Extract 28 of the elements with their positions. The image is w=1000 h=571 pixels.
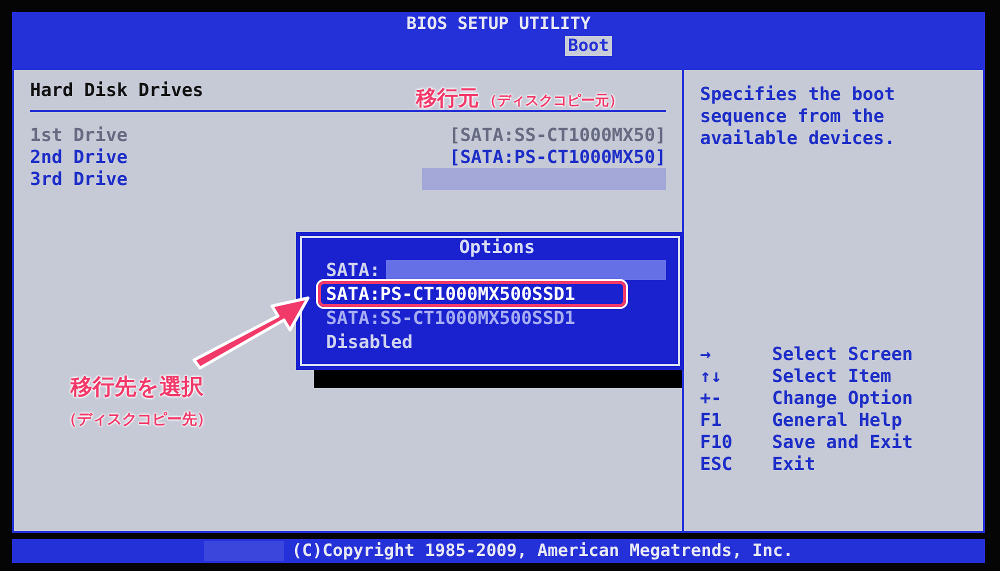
key-label: ESC	[700, 454, 734, 474]
option-item[interactable]: SATA:	[326, 260, 380, 280]
key-label: ↑↓	[700, 366, 723, 386]
annotation-label: 移行元	[416, 85, 479, 112]
drive-label[interactable]: 2nd Drive	[30, 146, 128, 168]
copyright-text: (C)Copyright 1985-2009, American Megatrends, Inc.	[292, 541, 794, 561]
key-action: Save and Exit	[772, 432, 913, 452]
help-text: Specifies the boot sequence from the available devices.	[700, 84, 896, 150]
key-label: →	[700, 344, 712, 364]
key-label: +-	[700, 388, 723, 408]
key-label: F1	[700, 410, 723, 430]
annotation-note: （ディスクコピー元）	[483, 92, 623, 110]
key-action: Change Option	[772, 388, 913, 408]
drive-value[interactable]: [SATA:PS-CT1000MX50]	[449, 146, 666, 168]
popup-title: Options	[458, 238, 536, 258]
option-item[interactable]: SATA:PS-CT1000MX500SSD1	[326, 284, 576, 304]
key-label: F10	[700, 432, 734, 452]
annotation-label: 移行先を選択	[70, 374, 204, 402]
menu-tab[interactable]: Boot	[565, 36, 612, 56]
annotation-note: （ディスクコピー先）	[62, 410, 212, 429]
key-action: General Help	[772, 410, 902, 430]
key-action: Select Item	[772, 366, 892, 386]
window-title: BIOS SETUP UTILITY	[405, 13, 592, 36]
drive-label[interactable]: 3rd Drive	[30, 168, 128, 190]
option-item[interactable]: Disabled	[326, 332, 413, 352]
section-heading: Hard Disk Drives	[30, 80, 204, 102]
key-action: Select Screen	[772, 344, 913, 364]
key-action: Exit	[772, 454, 816, 474]
